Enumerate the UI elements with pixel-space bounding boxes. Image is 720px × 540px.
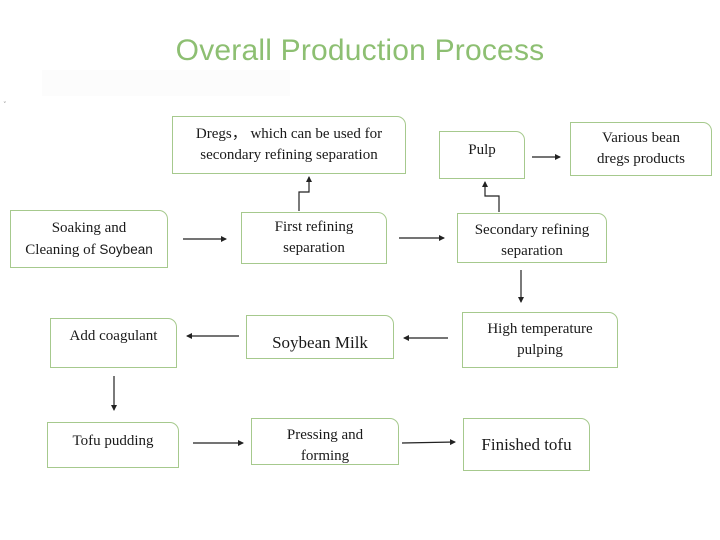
connector-layer — [111, 154, 561, 446]
arrow-first-refining-to-dregs — [298, 176, 312, 211]
arrow-pressing-to-finished-tofu — [401, 439, 456, 446]
arrow-secondary-to-pulp — [482, 181, 500, 212]
